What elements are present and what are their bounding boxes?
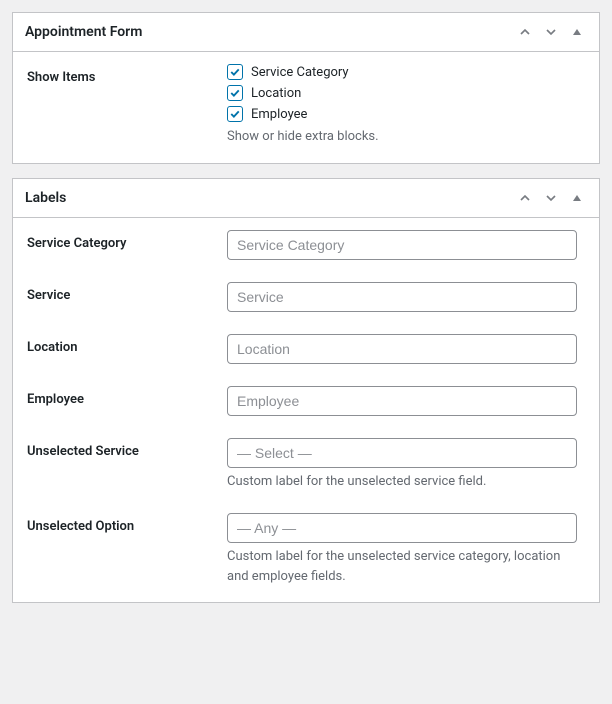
checkbox-employee[interactable]: Employee bbox=[227, 106, 585, 122]
service-category-row: Service Category bbox=[27, 230, 585, 260]
service-row: Service bbox=[27, 282, 585, 312]
unselected-option-label: Unselected Option bbox=[27, 513, 227, 534]
labels-panel: Labels Service Category Service bbox=[12, 178, 600, 604]
collapse-toggle-icon[interactable] bbox=[567, 188, 587, 208]
unselected-option-input[interactable] bbox=[227, 513, 577, 543]
show-items-label: Show Items bbox=[27, 64, 227, 85]
field-content bbox=[227, 334, 585, 364]
checkbox-label: Employee bbox=[251, 107, 307, 122]
labels-title: Labels bbox=[25, 190, 66, 206]
panel-controls bbox=[515, 188, 587, 208]
panel-controls bbox=[515, 22, 587, 42]
unselected-service-help: Custom label for the unselected service … bbox=[227, 472, 585, 492]
checkbox-icon bbox=[227, 64, 243, 80]
unselected-service-label: Unselected Service bbox=[27, 438, 227, 459]
collapse-toggle-icon[interactable] bbox=[567, 22, 587, 42]
appointment-form-header: Appointment Form bbox=[13, 13, 599, 52]
checkbox-icon bbox=[227, 85, 243, 101]
field-content: Custom label for the unselected service … bbox=[227, 513, 585, 586]
checkbox-icon bbox=[227, 106, 243, 122]
employee-input[interactable] bbox=[227, 386, 577, 416]
location-row: Location bbox=[27, 334, 585, 364]
employee-row: Employee bbox=[27, 386, 585, 416]
appointment-form-body: Show Items Service Category Location bbox=[13, 52, 599, 163]
location-input[interactable] bbox=[227, 334, 577, 364]
checkbox-location[interactable]: Location bbox=[227, 85, 585, 101]
field-content: Custom label for the unselected service … bbox=[227, 438, 585, 492]
unselected-service-input[interactable] bbox=[227, 438, 577, 468]
unselected-option-row: Unselected Option Custom label for the u… bbox=[27, 513, 585, 586]
employee-label: Employee bbox=[27, 386, 227, 407]
move-up-icon[interactable] bbox=[515, 188, 535, 208]
service-category-input[interactable] bbox=[227, 230, 577, 260]
show-items-help: Show or hide extra blocks. bbox=[227, 127, 585, 147]
location-label: Location bbox=[27, 334, 227, 355]
field-content bbox=[227, 282, 585, 312]
move-up-icon[interactable] bbox=[515, 22, 535, 42]
field-content bbox=[227, 230, 585, 260]
checkbox-label: Location bbox=[251, 86, 301, 101]
appointment-form-title: Appointment Form bbox=[25, 24, 142, 40]
unselected-option-help: Custom label for the unselected service … bbox=[227, 547, 585, 586]
appointment-form-panel: Appointment Form Show Items Service Cate… bbox=[12, 12, 600, 164]
service-input[interactable] bbox=[227, 282, 577, 312]
move-down-icon[interactable] bbox=[541, 22, 561, 42]
unselected-service-row: Unselected Service Custom label for the … bbox=[27, 438, 585, 492]
service-label: Service bbox=[27, 282, 227, 303]
show-items-row: Show Items Service Category Location bbox=[27, 64, 585, 147]
checkbox-service-category[interactable]: Service Category bbox=[227, 64, 585, 80]
field-content bbox=[227, 386, 585, 416]
labels-header: Labels bbox=[13, 179, 599, 218]
labels-body: Service Category Service Location Employ… bbox=[13, 218, 599, 603]
service-category-label: Service Category bbox=[27, 230, 227, 251]
move-down-icon[interactable] bbox=[541, 188, 561, 208]
checkbox-label: Service Category bbox=[251, 65, 349, 80]
show-items-content: Service Category Location Employee Show … bbox=[227, 64, 585, 147]
